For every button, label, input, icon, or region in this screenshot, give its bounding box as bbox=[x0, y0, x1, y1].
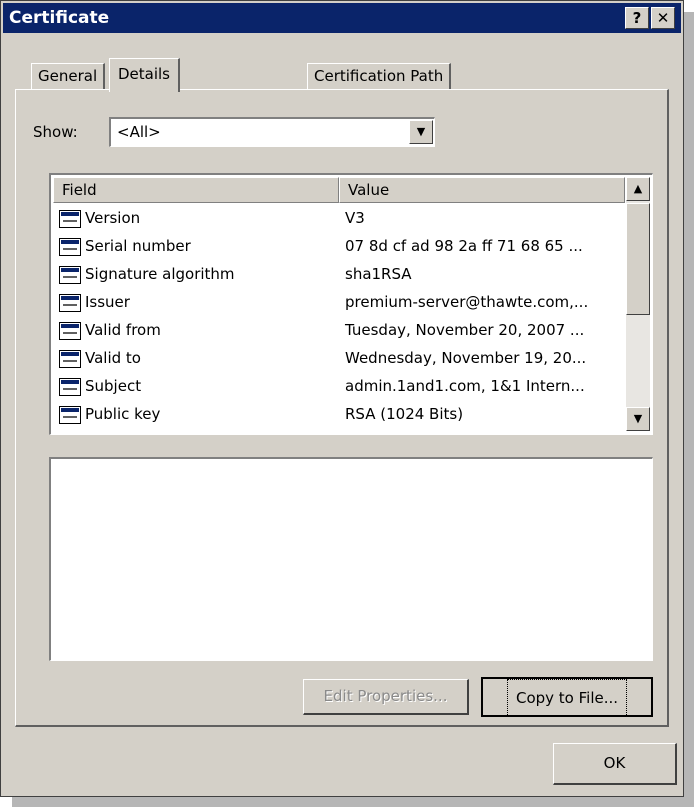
help-icon: ? bbox=[632, 9, 642, 27]
field-name: Serial number bbox=[85, 237, 191, 255]
scroll-thumb[interactable] bbox=[626, 203, 650, 315]
ok-button[interactable]: OK bbox=[553, 743, 677, 785]
field-name: Valid to bbox=[85, 349, 141, 367]
vertical-scrollbar[interactable]: ▲ ▼ bbox=[626, 177, 650, 431]
field-icon bbox=[59, 378, 81, 396]
chevron-down-icon: ▼ bbox=[416, 125, 426, 138]
field-icon bbox=[59, 266, 81, 284]
field-value: admin.1and1.com, 1&1 Intern... bbox=[345, 377, 585, 395]
tab-details-label: Details bbox=[118, 65, 171, 83]
scroll-down-button[interactable]: ▼ bbox=[626, 407, 650, 431]
column-header-value[interactable]: Value bbox=[339, 177, 625, 203]
copy-to-file-label: Copy to File... bbox=[506, 679, 628, 717]
list-item[interactable]: Version V3 bbox=[55, 205, 625, 233]
list-item[interactable]: Issuer premium-server@thawte.com,... bbox=[55, 289, 625, 317]
field-value: Wednesday, November 19, 20... bbox=[345, 349, 587, 367]
field-value: 07 8d cf ad 98 2a ff 71 68 65 ... bbox=[345, 237, 583, 255]
dropdown-arrow-button[interactable]: ▼ bbox=[409, 120, 433, 144]
ok-label: OK bbox=[603, 754, 626, 772]
window-title: Certificate bbox=[9, 8, 110, 28]
tab-general[interactable]: General bbox=[31, 63, 106, 89]
column-header-value-label: Value bbox=[348, 181, 390, 199]
show-dropdown-value: <All> bbox=[117, 123, 161, 141]
field-value: RSA (1024 Bits) bbox=[345, 405, 464, 423]
list-item[interactable]: Subject admin.1and1.com, 1&1 Intern... bbox=[55, 373, 625, 401]
chevron-up-icon: ▲ bbox=[633, 182, 643, 195]
field-icon bbox=[59, 322, 81, 340]
close-button[interactable]: ✕ bbox=[651, 7, 675, 29]
close-icon: ✕ bbox=[656, 9, 670, 27]
certificate-dialog: Certificate ? ✕ General Certification Pa… bbox=[0, 0, 684, 797]
field-name: Valid from bbox=[85, 321, 161, 339]
field-icon bbox=[59, 350, 81, 368]
field-icon bbox=[59, 406, 81, 424]
help-button[interactable]: ? bbox=[625, 7, 649, 29]
edit-properties-label: Edit Properties... bbox=[323, 687, 448, 705]
show-label: Show: bbox=[33, 123, 78, 141]
field-value: Tuesday, November 20, 2007 ... bbox=[345, 321, 585, 339]
chevron-down-icon: ▼ bbox=[633, 412, 643, 425]
field-value: sha1RSA bbox=[345, 265, 412, 283]
list-item[interactable]: Valid to Wednesday, November 19, 20... bbox=[55, 345, 625, 373]
field-icon bbox=[59, 238, 81, 256]
field-name: Subject bbox=[85, 377, 142, 395]
copy-to-file-button[interactable]: Copy to File... bbox=[481, 677, 653, 717]
show-label-text: Show: bbox=[33, 123, 78, 141]
field-value: V3 bbox=[345, 209, 365, 227]
field-detail-textbox[interactable] bbox=[49, 457, 653, 661]
edit-properties-button[interactable]: Edit Properties... bbox=[303, 679, 469, 715]
tab-general-label: General bbox=[38, 67, 98, 85]
list-item[interactable]: Public key RSA (1024 Bits) bbox=[55, 401, 625, 429]
scroll-up-button[interactable]: ▲ bbox=[626, 177, 650, 201]
field-name: Issuer bbox=[85, 293, 130, 311]
fields-list[interactable]: Field Value Version V3 Serial number 07 … bbox=[49, 173, 653, 435]
field-name: Signature algorithm bbox=[85, 265, 235, 283]
title-bar: Certificate ? ✕ bbox=[3, 3, 681, 33]
tab-certification-path[interactable]: Certification Path bbox=[307, 63, 452, 89]
list-item[interactable]: Valid from Tuesday, November 20, 2007 ..… bbox=[55, 317, 625, 345]
list-item[interactable]: Signature algorithm sha1RSA bbox=[55, 261, 625, 289]
field-value: premium-server@thawte.com,... bbox=[345, 293, 589, 311]
tab-certification-path-label: Certification Path bbox=[314, 67, 444, 85]
tab-details[interactable]: Details bbox=[109, 58, 181, 92]
field-icon bbox=[59, 210, 81, 228]
field-name: Version bbox=[85, 209, 141, 227]
column-header-field-label: Field bbox=[62, 181, 97, 199]
list-item[interactable]: Serial number 07 8d cf ad 98 2a ff 71 68… bbox=[55, 233, 625, 261]
column-header-field[interactable]: Field bbox=[53, 177, 339, 203]
field-name: Public key bbox=[85, 405, 161, 423]
field-icon bbox=[59, 294, 81, 312]
show-dropdown[interactable]: <All> ▼ bbox=[109, 117, 435, 147]
